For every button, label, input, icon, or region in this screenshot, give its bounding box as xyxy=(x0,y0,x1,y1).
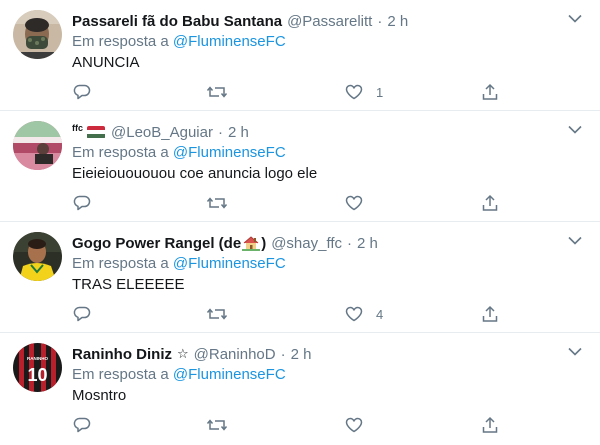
retweet-button[interactable] xyxy=(206,82,240,102)
reply-icon xyxy=(73,195,91,211)
user-handle[interactable]: @RaninhoD xyxy=(194,346,276,363)
tweet-actions xyxy=(72,415,500,435)
display-name[interactable]: Raninho Diniz xyxy=(72,346,172,363)
timestamp[interactable]: 2 h xyxy=(357,235,378,252)
reply-context: Em resposta a @FluminenseFC xyxy=(72,255,286,272)
user-handle[interactable]: @LeoB_Aguiar xyxy=(111,124,213,141)
reply-prefix: Em resposta a xyxy=(72,144,169,161)
tweet[interactable]: Passareli fã do Babu Santana @Passarelit… xyxy=(0,0,600,111)
timestamp[interactable]: 2 h xyxy=(228,124,249,141)
tweet-actions xyxy=(72,193,500,213)
chevron-down-icon[interactable] xyxy=(568,124,582,134)
avatar[interactable] xyxy=(13,121,62,170)
tweet-text: ANUNCIA xyxy=(72,54,140,71)
tweet-header: Passareli fã do Babu Santana @Passarelit… xyxy=(72,11,408,31)
reply-mention-link[interactable]: @FluminenseFC xyxy=(173,144,286,161)
share-button[interactable] xyxy=(480,415,500,435)
heart-icon xyxy=(345,195,363,211)
reply-button[interactable] xyxy=(72,304,104,324)
timestamp[interactable]: 2 h xyxy=(291,346,312,363)
retweet-button[interactable] xyxy=(206,304,240,324)
tweet-actions: 1 xyxy=(72,82,500,102)
share-button[interactable] xyxy=(480,82,500,102)
hungary-flag-icon xyxy=(87,125,105,139)
share-button[interactable] xyxy=(480,193,500,213)
user-handle[interactable]: @shay_ffc xyxy=(271,235,342,252)
reply-mention-link[interactable]: @FluminenseFC xyxy=(173,33,286,50)
like-button[interactable] xyxy=(344,193,376,213)
avatar-shirt-number: 10 xyxy=(27,365,47,385)
share-icon xyxy=(482,194,498,211)
reply-icon xyxy=(73,417,91,433)
heart-icon xyxy=(345,84,363,100)
separator-dot: · xyxy=(217,123,223,141)
tweet-text: Eieieiouououou coe anuncia logo ele xyxy=(72,165,318,182)
reply-icon xyxy=(73,84,91,100)
chevron-down-icon[interactable] xyxy=(568,235,582,245)
share-button[interactable] xyxy=(480,304,500,324)
like-count: 1 xyxy=(376,84,384,100)
reply-prefix: Em resposta a xyxy=(72,33,169,50)
reply-mention-link[interactable]: @FluminenseFC xyxy=(173,366,286,383)
user-handle[interactable]: @Passarelitt xyxy=(287,13,372,30)
tweet-header: ffc @LeoB_Aguiar · 2 h xyxy=(72,122,249,142)
avatar[interactable] xyxy=(13,10,62,59)
display-name-end[interactable]: ) xyxy=(261,235,266,252)
reply-button[interactable] xyxy=(72,82,104,102)
heart-icon xyxy=(345,417,363,433)
house-emoji-icon xyxy=(242,235,261,251)
separator-dot: · xyxy=(377,12,383,30)
like-count: 4 xyxy=(376,306,384,322)
like-button[interactable]: 4 xyxy=(344,304,383,324)
tweet-text: Mosntro xyxy=(72,387,127,404)
retweet-icon xyxy=(206,308,228,320)
timestamp[interactable]: 2 h xyxy=(387,13,408,30)
svg-text:RANINHO: RANINHO xyxy=(27,356,48,361)
display-name-prefix[interactable]: ffc xyxy=(72,123,83,133)
reply-mention-link[interactable]: @FluminenseFC xyxy=(173,255,286,272)
tweet-header: Raninho Diniz ☆ @RaninhoD · 2 h xyxy=(72,344,311,364)
share-icon xyxy=(482,83,498,100)
reply-context: Em resposta a @FluminenseFC xyxy=(72,144,286,161)
like-button[interactable]: 1 xyxy=(344,82,383,102)
reply-prefix: Em resposta a xyxy=(72,366,169,383)
avatar[interactable] xyxy=(13,232,62,281)
reply-context: Em resposta a @FluminenseFC xyxy=(72,366,286,383)
avatar[interactable]: RANINHO 10 xyxy=(13,343,62,392)
tweet-header: Gogo Power Rangel (de ) @shay_ffc · 2 h xyxy=(72,233,378,253)
share-icon xyxy=(482,416,498,433)
retweet-button[interactable] xyxy=(206,193,240,213)
star-icon: ☆ xyxy=(177,346,189,361)
reply-button[interactable] xyxy=(72,193,104,213)
separator-dot: · xyxy=(280,345,286,363)
tweet[interactable]: ffc @LeoB_Aguiar · 2 h Em resposta a @Fl… xyxy=(0,111,600,222)
separator-dot: · xyxy=(347,234,353,252)
retweet-button[interactable] xyxy=(206,415,240,435)
heart-icon xyxy=(345,306,363,322)
reply-icon xyxy=(73,306,91,322)
chevron-down-icon[interactable] xyxy=(568,13,582,23)
display-name[interactable]: Passareli fã do Babu Santana xyxy=(72,13,282,30)
reply-button[interactable] xyxy=(72,415,104,435)
display-name[interactable]: Gogo Power Rangel (de xyxy=(72,235,241,252)
retweet-icon xyxy=(206,197,228,209)
tweet-text: TRAS ELEEEEE xyxy=(72,276,185,293)
tweet[interactable]: RANINHO 10 Raninho Diniz ☆ @RaninhoD · 2… xyxy=(0,333,600,445)
retweet-icon xyxy=(206,86,228,98)
reply-context: Em resposta a @FluminenseFC xyxy=(72,33,286,50)
share-icon xyxy=(482,305,498,322)
retweet-icon xyxy=(206,419,228,431)
reply-prefix: Em resposta a xyxy=(72,255,169,272)
like-button[interactable] xyxy=(344,415,376,435)
tweet[interactable]: Gogo Power Rangel (de ) @shay_ffc · 2 h … xyxy=(0,222,600,333)
tweet-actions: 4 xyxy=(72,304,500,324)
chevron-down-icon[interactable] xyxy=(568,346,582,356)
